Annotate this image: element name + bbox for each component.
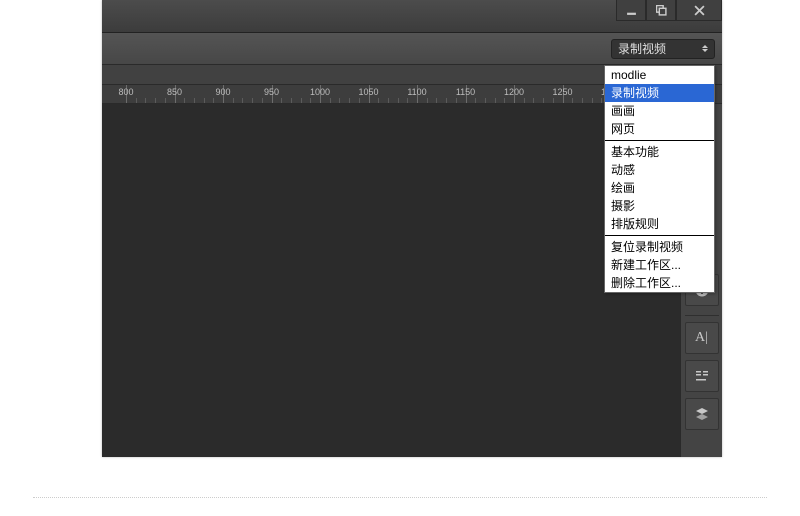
ruler-label: 1050	[358, 87, 378, 97]
ruler-label: 1000	[310, 87, 330, 97]
options-toolbar: 录制视频	[102, 33, 722, 65]
dock-separator	[685, 315, 719, 316]
ruler-label: 950	[264, 87, 279, 97]
layers-icon	[694, 406, 710, 422]
ruler-label: 1100	[407, 87, 426, 97]
workspace-selector[interactable]: 录制视频	[611, 39, 715, 59]
workspace-menu-item[interactable]: 复位录制视频	[605, 238, 714, 256]
page-divider	[33, 497, 767, 498]
workspace-menu-item[interactable]: 动感	[605, 161, 714, 179]
canvas[interactable]	[102, 104, 680, 457]
window-controls	[616, 0, 722, 24]
chevron-updown-icon	[702, 45, 708, 52]
type-icon: A|	[695, 330, 708, 346]
workspace-menu-item[interactable]: 排版规则	[605, 215, 714, 233]
workspace-menu-item[interactable]: 新建工作区...	[605, 256, 714, 274]
maximize-button[interactable]	[646, 0, 676, 21]
paragraph-icon	[694, 368, 710, 384]
ruler-label: 1150	[456, 87, 475, 97]
ruler-label: 900	[215, 87, 230, 97]
workspace-menu-item[interactable]: 绘画	[605, 179, 714, 197]
titlebar	[102, 0, 722, 33]
workspace-menu-item[interactable]: 画画	[605, 102, 714, 120]
layers-panel-button[interactable]	[685, 398, 719, 430]
close-button[interactable]	[676, 0, 722, 21]
workspace-menu-item[interactable]: 录制视频	[605, 84, 714, 102]
workspace-selector-label: 录制视频	[618, 40, 666, 57]
app-window: 录制视频 800 850 900 950 1000 1050 1100 1150 1200 125…	[102, 0, 722, 457]
workspace-menu-item[interactable]: 摄影	[605, 197, 714, 215]
minimize-button[interactable]	[616, 0, 646, 21]
menu-separator	[605, 235, 714, 236]
ruler-label: 1250	[552, 87, 572, 97]
workspace-menu-item[interactable]: modlie	[605, 66, 714, 84]
workspace-menu-item[interactable]: 基本功能	[605, 143, 714, 161]
workspace-menu-item[interactable]: 网页	[605, 120, 714, 138]
character-panel-button[interactable]: A|	[685, 322, 719, 354]
ruler-label: 850	[167, 87, 182, 97]
paragraph-panel-button[interactable]	[685, 360, 719, 392]
ruler-label: 800	[118, 87, 133, 97]
menu-separator	[605, 140, 714, 141]
workspace-dropdown: modlie录制视频画画网页基本功能动感绘画摄影排版规则复位录制视频新建工作区.…	[604, 65, 715, 293]
ruler-label: 1200	[504, 87, 524, 97]
workspace-menu-item[interactable]: 删除工作区...	[605, 274, 714, 292]
